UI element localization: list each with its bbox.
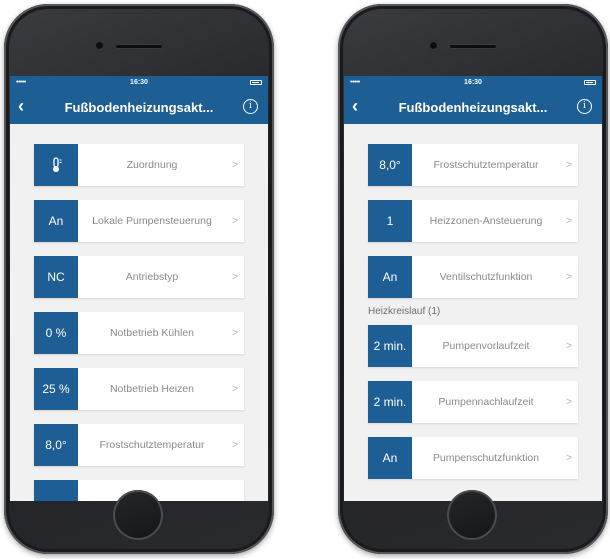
earpiece-speaker	[449, 44, 497, 49]
list-item-notbetrieb-heizen[interactable]: 25 % Notbetrieb Heizen >	[34, 368, 244, 410]
value-badge: NC	[34, 256, 78, 298]
value-badge: An	[368, 437, 412, 479]
list-item-pumpensteuerung[interactable]: An Lokale Pumpensteuerung >	[34, 200, 244, 242]
value-badge: 0 %	[34, 312, 78, 354]
phone-left: ••••• 16:30 ‹ Fußbodenheizungsakt... i Z…	[4, 4, 274, 554]
navigation-bar: ‹ Fußbodenheizungsakt... i	[344, 90, 602, 124]
settings-list: 8,0° Frostschutztemperatur > 1 Heizzonen…	[344, 124, 602, 501]
value-badge: 25 %	[34, 368, 78, 410]
status-time: 16:30	[464, 79, 482, 86]
chevron-right-icon: >	[231, 327, 239, 339]
list-item-ventilschutzfunktion[interactable]: An Ventilschutzfunktion >	[368, 256, 578, 298]
list-item-frostschutztemperatur[interactable]: 8,0° Frostschutztemperatur >	[34, 424, 244, 466]
front-camera	[95, 41, 104, 50]
battery-icon	[250, 80, 262, 85]
value-badge: 2 min.	[368, 381, 412, 423]
chevron-right-icon: >	[231, 271, 239, 283]
chevron-right-icon: >	[565, 396, 573, 408]
settings-list: Zuordnung > An Lokale Pumpensteuerung > …	[10, 124, 268, 501]
value-badge: An	[34, 200, 78, 242]
list-item-label: Antriebstyp	[125, 270, 179, 283]
home-button[interactable]	[447, 490, 497, 540]
list-item-label: Heizzonen-Ansteuerung	[429, 214, 543, 227]
page-title: Fußbodenheizungsakt...	[64, 100, 214, 115]
status-time: 16:30	[130, 79, 148, 86]
list-item-label: Pumpenschutzfunktion	[432, 451, 540, 464]
value-badge	[34, 480, 78, 501]
home-button[interactable]	[113, 490, 163, 540]
chevron-right-icon: >	[565, 215, 573, 227]
back-chevron-icon[interactable]: ‹	[352, 97, 358, 115]
status-bar: ••••• 16:30	[344, 76, 602, 90]
screen-left: ••••• 16:30 ‹ Fußbodenheizungsakt... i Z…	[10, 76, 268, 501]
navigation-bar: ‹ Fußbodenheizungsakt... i	[10, 90, 268, 124]
list-item-label: Notbetrieb Heizen	[109, 382, 195, 395]
chevron-right-icon: >	[231, 215, 239, 227]
list-item-label: Notbetrieb Kühlen	[109, 326, 195, 339]
list-item-notbetrieb-kuehlen[interactable]: 0 % Notbetrieb Kühlen >	[34, 312, 244, 354]
list-item-label: Zuordnung	[126, 158, 178, 171]
list-item-label: Ventilschutzfunktion	[439, 270, 533, 283]
list-item-label: Lokale Pumpensteuerung	[92, 214, 212, 227]
list-item-zuordnung[interactable]: Zuordnung >	[34, 144, 244, 186]
page-title: Fußbodenheizungsakt...	[398, 100, 548, 115]
thermometer-icon	[34, 144, 78, 186]
chevron-right-icon: >	[565, 452, 573, 464]
chevron-right-icon: >	[565, 340, 573, 352]
list-item-heizzonen-ansteuerung[interactable]: 1 Heizzonen-Ansteuerung >	[368, 200, 578, 242]
list-item-antriebstyp[interactable]: NC Antriebstyp >	[34, 256, 244, 298]
value-badge: 2 min.	[368, 325, 412, 367]
front-camera	[429, 41, 438, 50]
status-bar: ••••• 16:30	[10, 76, 268, 90]
section-header: Heizkreislauf (1)	[368, 306, 441, 317]
list-item-pumpennachlaufzeit[interactable]: 2 min. Pumpennachlaufzeit >	[368, 381, 578, 423]
chevron-right-icon: >	[231, 383, 239, 395]
chevron-right-icon: >	[231, 439, 239, 451]
list-item-pumpenschutzfunktion[interactable]: An Pumpenschutzfunktion >	[368, 437, 578, 479]
chevron-right-icon: >	[231, 159, 239, 171]
value-badge: An	[368, 256, 412, 298]
list-item-label: Frostschutztemperatur	[433, 158, 539, 171]
phone-right: ••••• 16:30 ‹ Fußbodenheizungsakt... i 8…	[338, 4, 608, 554]
list-item-label: Pumpenvorlaufzeit	[442, 339, 530, 352]
info-icon[interactable]: i	[243, 99, 258, 114]
battery-icon	[584, 80, 596, 85]
info-icon[interactable]: i	[577, 99, 592, 114]
value-badge: 1	[368, 200, 412, 242]
screen-right: ••••• 16:30 ‹ Fußbodenheizungsakt... i 8…	[344, 76, 602, 501]
stage: ••••• 16:30 ‹ Fußbodenheizungsakt... i Z…	[0, 0, 610, 559]
list-item-label: Pumpennachlaufzeit	[438, 395, 534, 408]
list-item-pumpenvorlaufzeit[interactable]: 2 min. Pumpenvorlaufzeit >	[368, 325, 578, 367]
chevron-right-icon: >	[565, 271, 573, 283]
list-item-frostschutztemperatur[interactable]: 8,0° Frostschutztemperatur >	[368, 144, 578, 186]
chevron-right-icon: >	[565, 159, 573, 171]
value-badge: 8,0°	[34, 424, 78, 466]
back-chevron-icon[interactable]: ‹	[18, 97, 24, 115]
list-item-label: Frostschutztemperatur	[99, 438, 205, 451]
earpiece-speaker	[115, 44, 163, 49]
value-badge: 8,0°	[368, 144, 412, 186]
